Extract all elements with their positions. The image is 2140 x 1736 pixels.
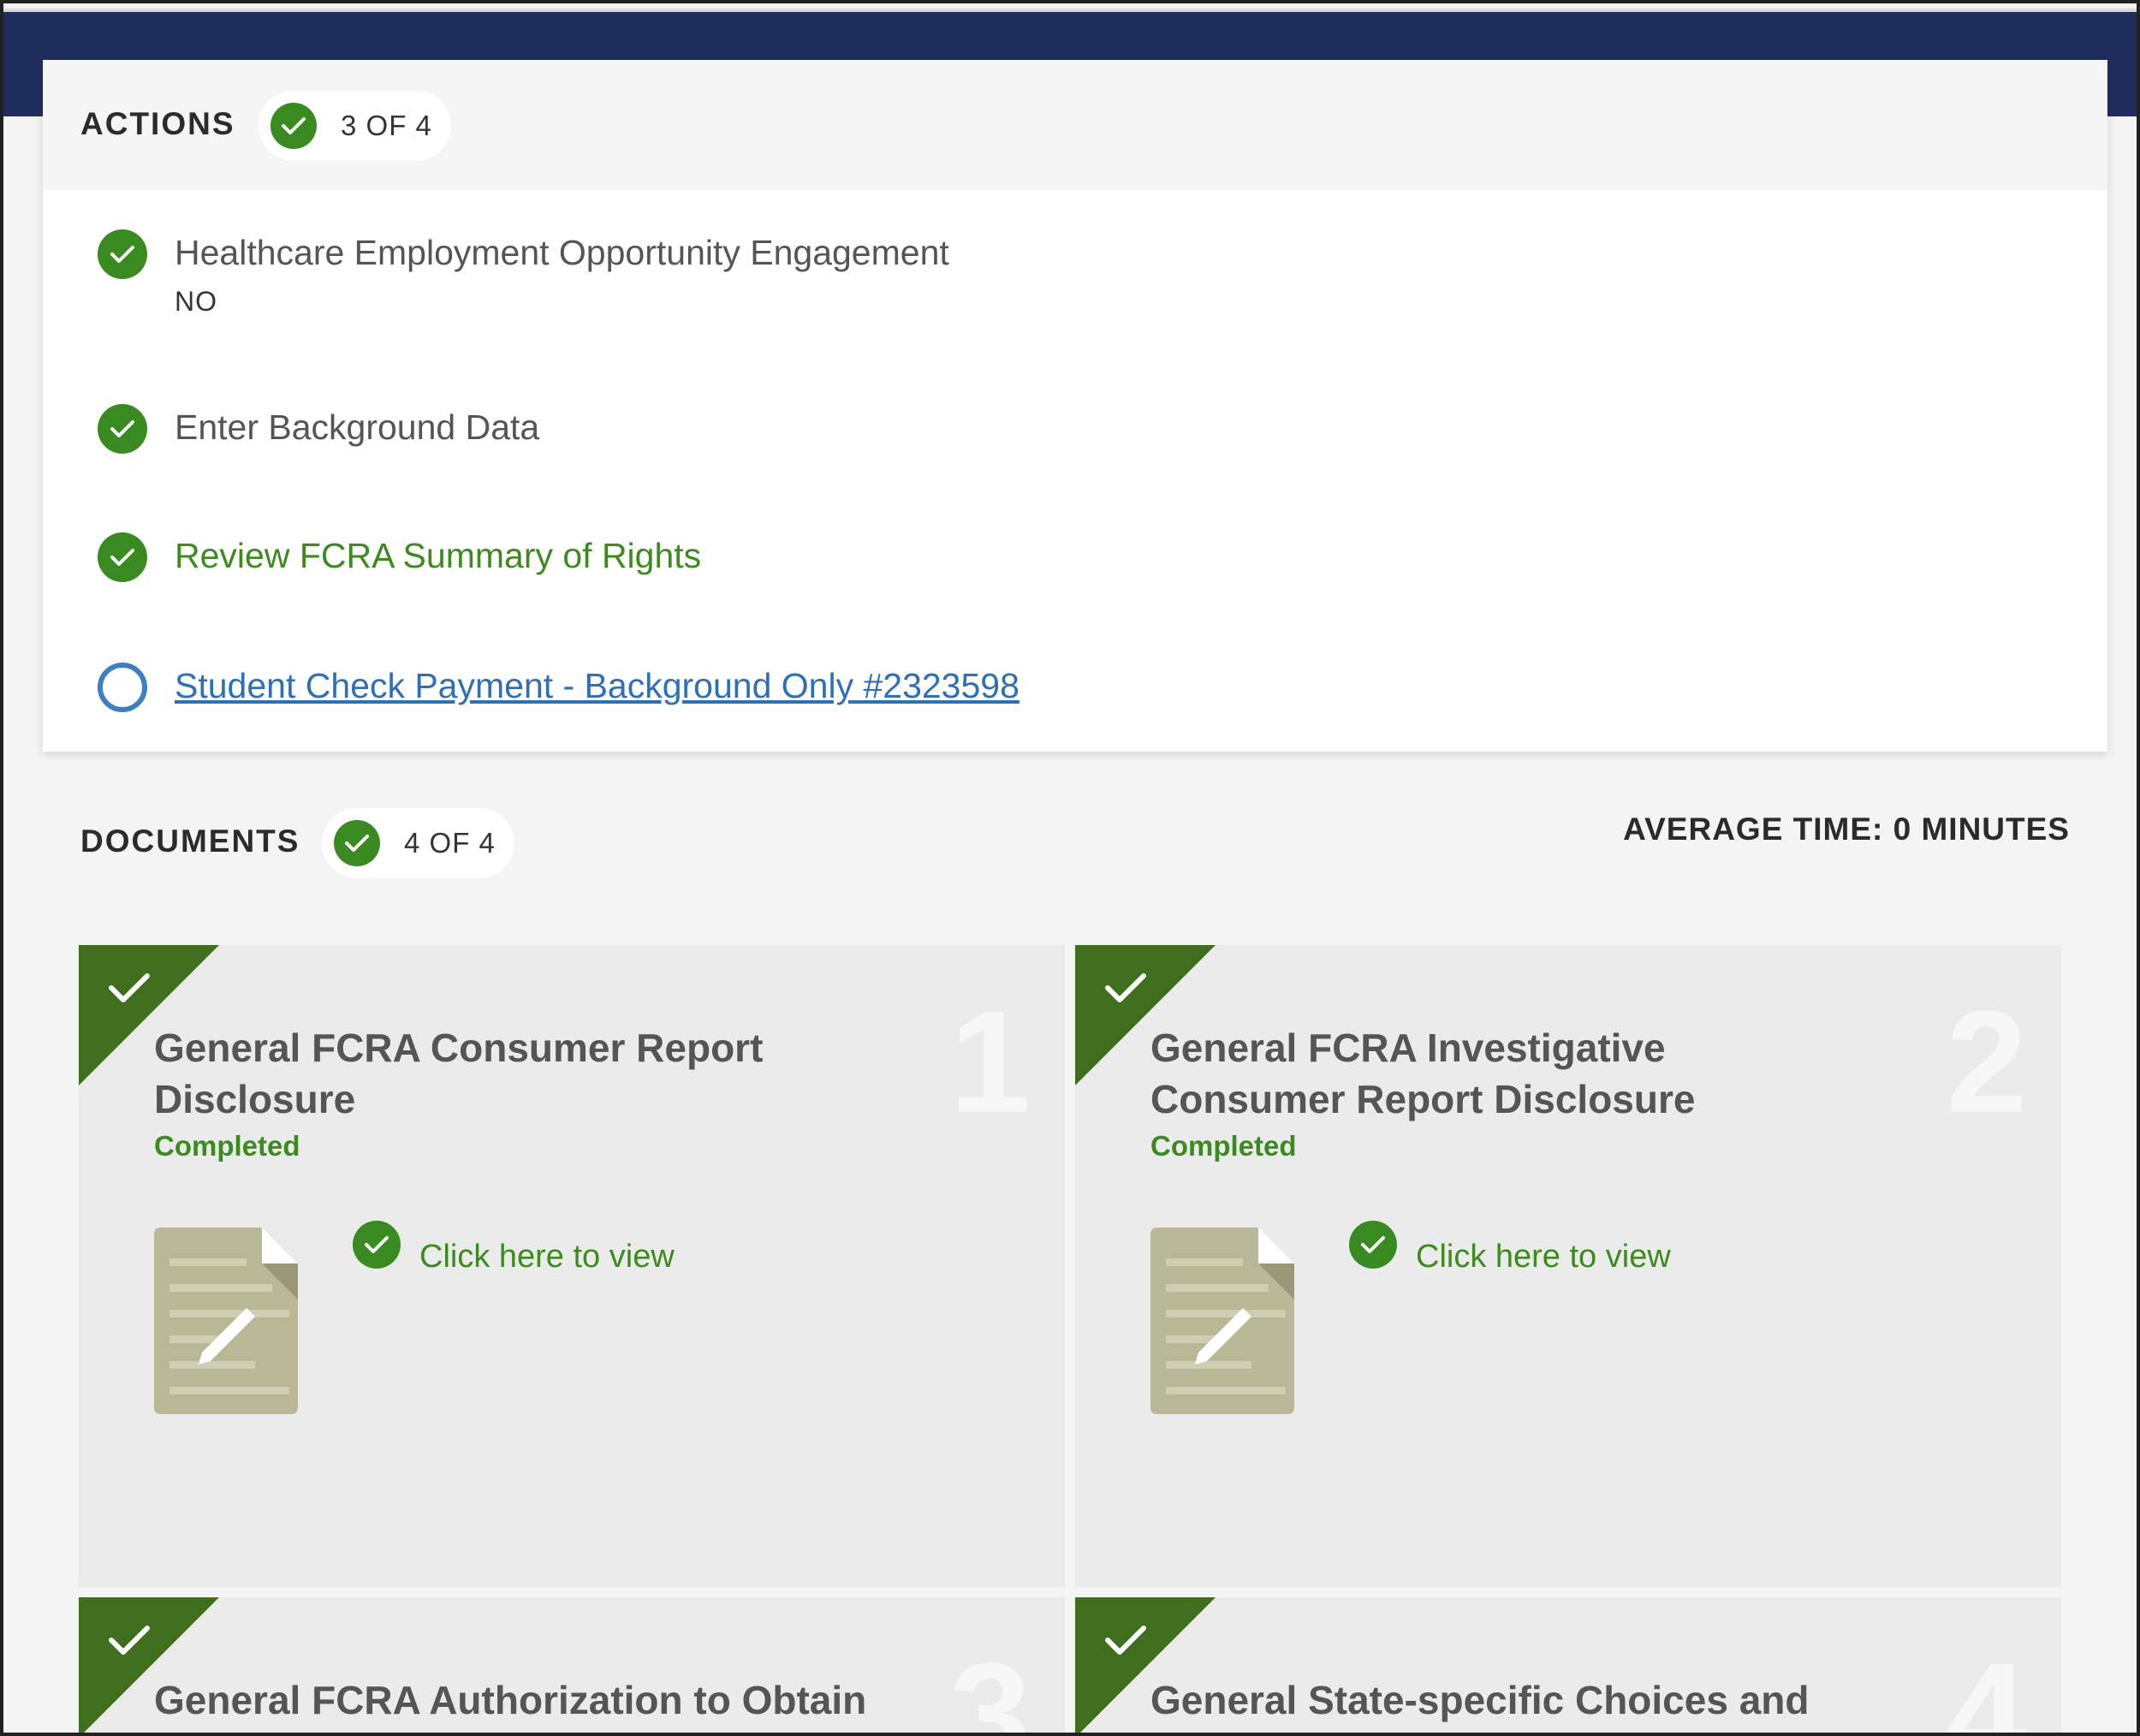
average-time: AVERAGE TIME: 0 MINUTES (1623, 812, 2070, 847)
document-card-4[interactable]: 4 General State-specific Choices and (1075, 1597, 2061, 1733)
check-icon (109, 973, 150, 1002)
check-icon (1105, 973, 1146, 1002)
view-document-2[interactable]: Click here to view (1349, 1221, 1671, 1275)
document-card-2[interactable]: 2 General FCRA Investigative Consumer Re… (1075, 945, 2061, 1587)
action-item-label: Review FCRA Summary of Rights (175, 536, 702, 575)
card-number: 2 (1946, 981, 2027, 1144)
documents-progress-badge: 4 OF 4 (322, 808, 514, 878)
card-status: Completed (154, 1130, 300, 1162)
payment-link[interactable]: Student Check Payment - Background Only … (175, 666, 1019, 706)
check-icon (109, 1626, 150, 1655)
document-icon (154, 1228, 298, 1414)
check-icon (270, 103, 317, 149)
document-icon (1150, 1228, 1294, 1414)
documents-progress-count: 4 OF 4 (404, 827, 496, 859)
actions-progress-count: 3 OF 4 (341, 110, 432, 141)
view-link[interactable]: Click here to view (419, 1239, 675, 1275)
view-link[interactable]: Click here to view (1416, 1239, 1671, 1275)
card-title: General FCRA Consumer Report Disclosure (154, 1026, 764, 1121)
check-icon (334, 820, 380, 866)
actions-progress-badge: 3 OF 4 (259, 91, 451, 161)
check-icon (98, 229, 147, 279)
card-number: 1 (949, 981, 1031, 1144)
documents-title: DOCUMENTS (80, 823, 300, 859)
card-title: General State-specific Choices and (1150, 1678, 1810, 1722)
card-title: General FCRA Investigative Consumer Repo… (1150, 1026, 1696, 1121)
action-item-label: Healthcare Employment Opportunity Engage… (175, 233, 949, 272)
view-document-1[interactable]: Click here to view (353, 1221, 675, 1275)
check-icon (353, 1221, 401, 1269)
actions-panel: ACTIONS 3 OF 4 Healthcare Employment Opp… (43, 60, 2107, 752)
card-status: Completed (1150, 1130, 1297, 1162)
check-icon (1349, 1221, 1397, 1269)
card-title: General FCRA Authorization to Obtain (154, 1678, 867, 1722)
action-item-label: Enter Background Data (175, 407, 540, 447)
open-circle-icon (98, 663, 147, 712)
app-frame: ACTIONS 3 OF 4 Healthcare Employment Opp… (0, 0, 2140, 1736)
document-card-3[interactable]: 3 General FCRA Authorization to Obtain (79, 1597, 1065, 1733)
action-item-value: NO (175, 286, 217, 317)
actions-title: ACTIONS (80, 106, 235, 141)
document-card-1[interactable]: 1 General FCRA Consumer Report Disclosur… (79, 945, 1065, 1587)
check-icon (98, 532, 147, 582)
documents-panel: DOCUMENTS 4 OF 4 AVERAGE TIME: 0 MINUTES… (43, 777, 2107, 1733)
check-icon (1105, 1626, 1146, 1655)
actions-header: ACTIONS 3 OF 4 (43, 60, 2107, 190)
check-icon (98, 404, 147, 454)
